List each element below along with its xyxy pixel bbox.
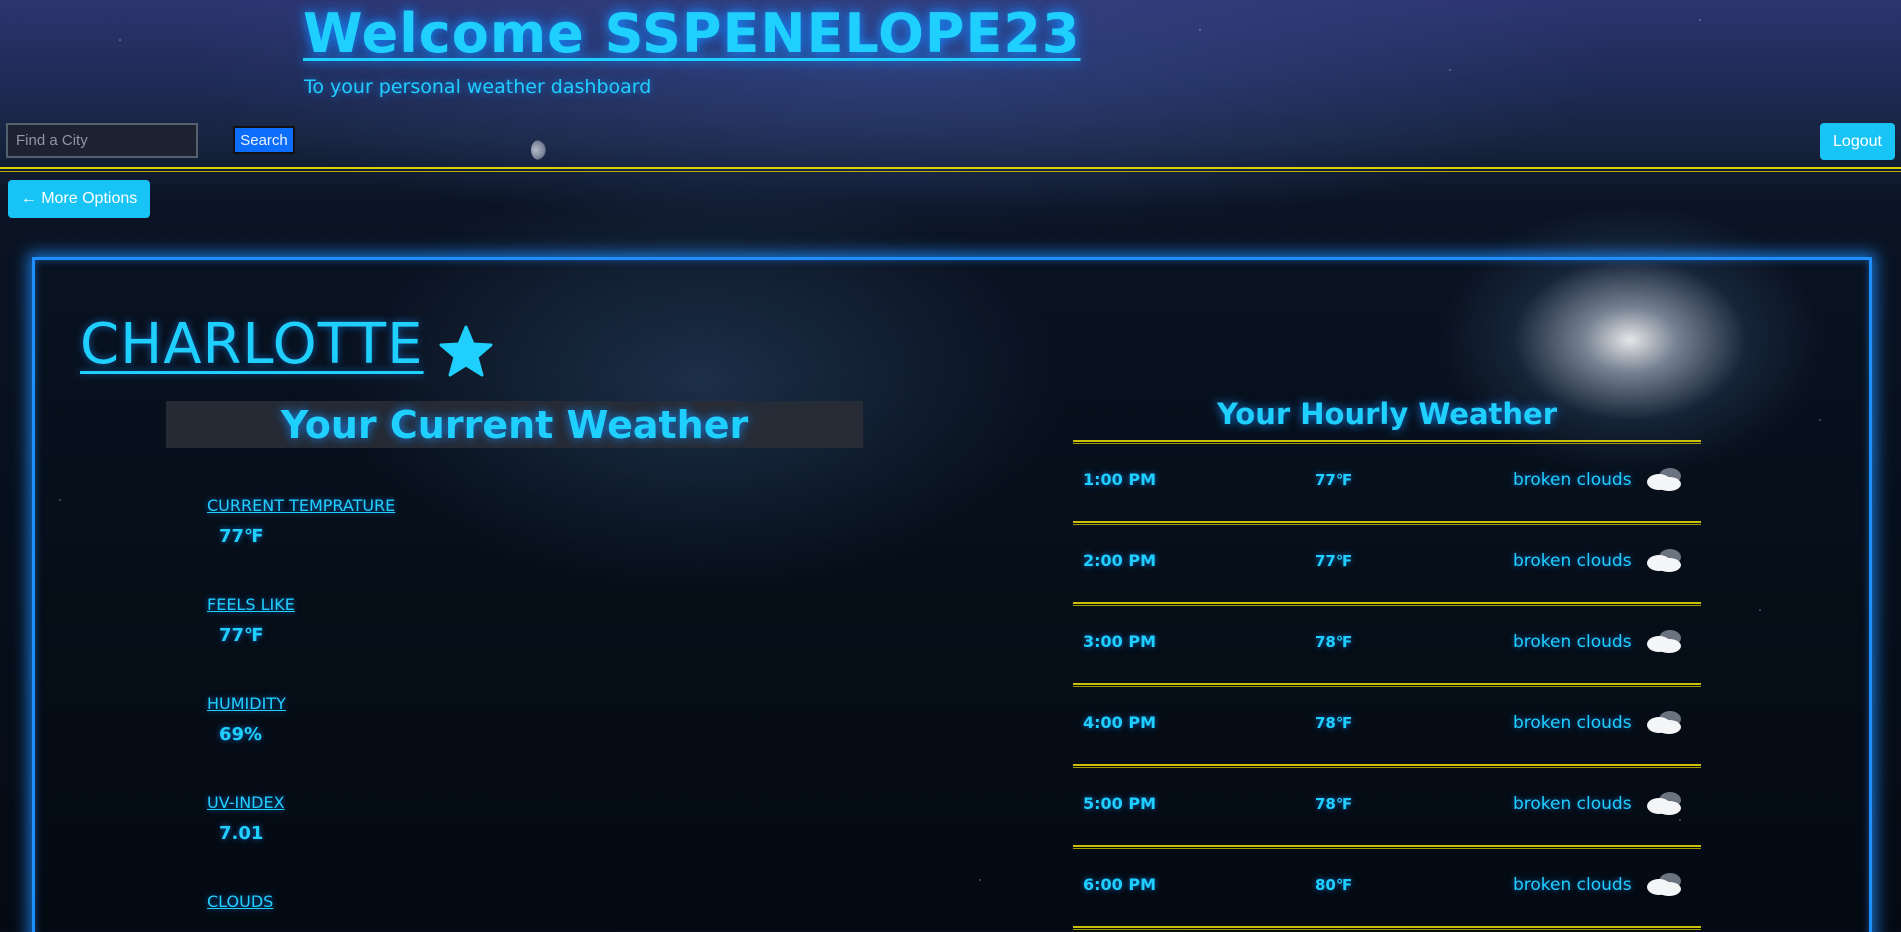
stat-current-temperature: CURRENT TEMPRATURE 77℉: [207, 496, 395, 547]
hour-temperature: 77℉: [1315, 471, 1353, 489]
moon-decoration: [531, 140, 547, 160]
stat-value: 7.01: [219, 823, 264, 844]
hour-description: broken clouds: [1513, 713, 1632, 733]
more-options-button[interactable]: ← More Options: [8, 180, 150, 218]
logout-button[interactable]: Logout: [1820, 123, 1895, 160]
broken-clouds-icon: [1647, 468, 1681, 491]
hour-time: 6:00 PM: [1083, 875, 1157, 894]
current-weather-header: Your Current Weather: [166, 401, 863, 448]
stat-humidity: HUMIDITY 69%: [207, 694, 286, 745]
broken-clouds-icon: [1647, 630, 1681, 653]
hour-description: broken clouds: [1513, 551, 1632, 571]
hourly-row: 1:00 PM 77℉ broken clouds: [1073, 444, 1701, 521]
stat-value: 69%: [219, 724, 263, 745]
broken-clouds-icon: [1647, 792, 1681, 815]
stat-value: 77℉: [219, 526, 264, 547]
hour-time: 5:00 PM: [1083, 794, 1157, 813]
hourly-row: 5:00 PM 78℉ broken clouds: [1073, 768, 1701, 845]
broken-clouds-icon: [1647, 711, 1681, 734]
hour-temperature: 78℉: [1315, 714, 1353, 732]
stat-value: 77℉: [219, 625, 264, 646]
stat-label: FEELS LIKE: [207, 595, 295, 614]
stat-label: UV-INDEX: [207, 793, 285, 812]
hourly-row: 4:00 PM 78℉ broken clouds: [1073, 687, 1701, 764]
hour-description: broken clouds: [1513, 875, 1632, 895]
hour-description: broken clouds: [1513, 794, 1632, 814]
stat-clouds: CLOUDS: [207, 892, 273, 911]
hour-description: broken clouds: [1513, 632, 1632, 652]
hour-temperature: 77℉: [1315, 552, 1353, 570]
hourly-row: 6:00 PM 80℉ broken clouds: [1073, 849, 1701, 926]
hour-time: 4:00 PM: [1083, 713, 1157, 732]
stat-feels-like: FEELS LIKE 77℉: [207, 595, 295, 646]
stat-label: HUMIDITY: [207, 694, 286, 713]
hour-time: 1:00 PM: [1083, 470, 1157, 489]
hour-temperature: 78℉: [1315, 633, 1353, 651]
stat-label: CURRENT TEMPRATURE: [207, 496, 396, 515]
hour-time: 3:00 PM: [1083, 632, 1157, 651]
hour-temperature: 78℉: [1315, 795, 1353, 813]
hourly-row: 3:00 PM 78℉ broken clouds: [1073, 606, 1701, 683]
hour-temperature: 80℉: [1315, 876, 1353, 894]
city-name: CHARLOTTE: [80, 312, 424, 377]
welcome-subtitle: To your personal weather dashboard: [304, 76, 652, 98]
hour-time: 2:00 PM: [1083, 551, 1157, 570]
broken-clouds-icon: [1647, 873, 1681, 896]
current-weather-title: Your Current Weather: [280, 402, 749, 447]
row-divider: [1073, 926, 1701, 930]
search-button[interactable]: Search: [233, 126, 295, 154]
stat-label: CLOUDS: [207, 892, 274, 911]
header-divider: [0, 167, 1901, 172]
welcome-title: Welcome SSPENELOPE23: [303, 2, 1081, 65]
hourly-weather-title: Your Hourly Weather: [1216, 397, 1558, 431]
city-search-input[interactable]: [6, 123, 198, 158]
stat-uv-index: UV-INDEX 7.01: [207, 793, 285, 844]
star-icon[interactable]: [438, 324, 494, 380]
hourly-weather-list: 1:00 PM 77℉ broken clouds 2:00 PM 77℉ br…: [1073, 440, 1701, 930]
broken-clouds-icon: [1647, 549, 1681, 572]
hour-description: broken clouds: [1513, 470, 1632, 490]
hourly-row: 2:00 PM 77℉ broken clouds: [1073, 525, 1701, 602]
